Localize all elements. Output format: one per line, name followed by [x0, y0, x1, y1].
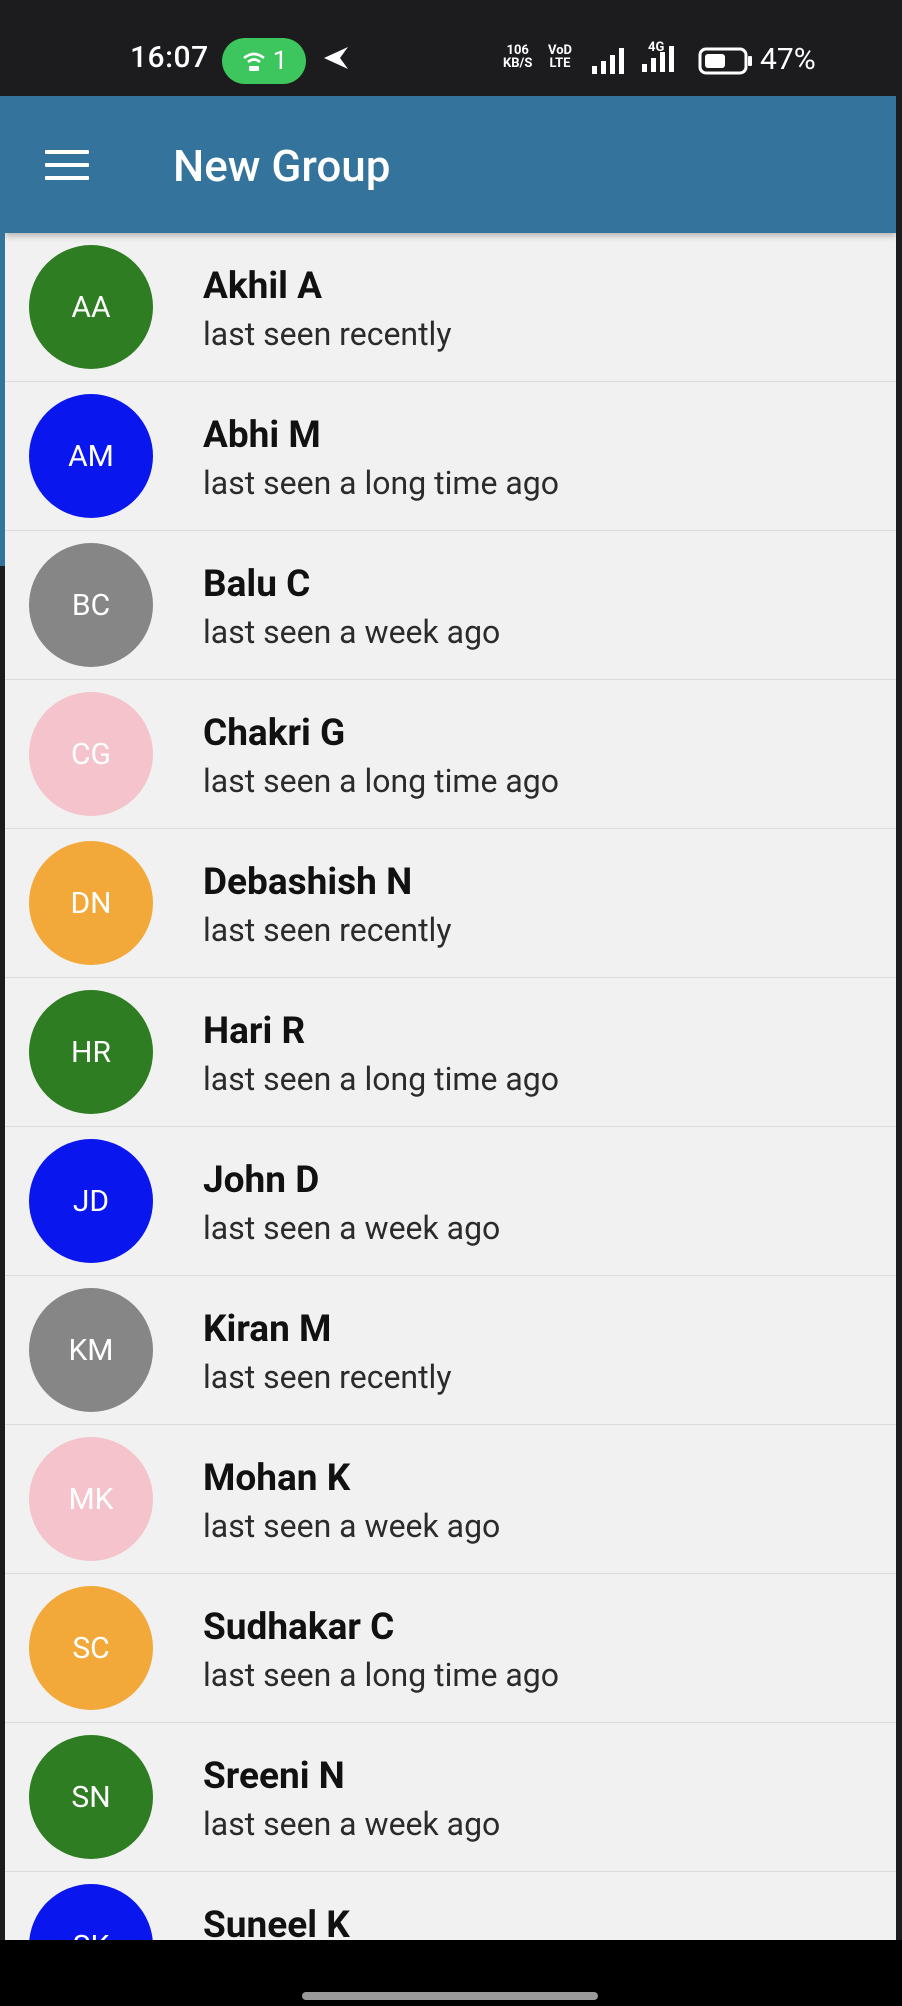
- contact-row[interactable]: SK Suneel K: [5, 1872, 896, 1940]
- last-seen-status: last seen a week ago: [203, 1507, 501, 1545]
- avatar: CG: [29, 692, 153, 816]
- contact-name: Kiran M: [203, 1308, 332, 1351]
- contact-row[interactable]: BC Balu C last seen a week ago: [5, 531, 896, 680]
- hotspot-badge: 1: [222, 38, 306, 84]
- send-arrow-icon: [324, 47, 348, 69]
- avatar: MK: [29, 1437, 153, 1561]
- avatar: DN: [29, 841, 153, 965]
- contact-row[interactable]: HR Hari R last seen a long time ago: [5, 978, 896, 1127]
- network-speed: 106 KB/S: [503, 44, 532, 70]
- last-seen-status: last seen a long time ago: [203, 1656, 559, 1694]
- last-seen-status: last seen a week ago: [203, 1209, 501, 1247]
- avatar: AM: [29, 394, 153, 518]
- contact-row[interactable]: AM Abhi M last seen a long time ago: [5, 382, 896, 531]
- app-bar: New Group: [5, 96, 896, 233]
- avatar: KM: [29, 1288, 153, 1412]
- volte-indicator: VoD LTE: [548, 44, 572, 70]
- contact-name: Hari R: [203, 1010, 306, 1053]
- avatar: SN: [29, 1735, 153, 1859]
- contact-row[interactable]: SN Sreeni N last seen a week ago: [5, 1723, 896, 1872]
- last-seen-status: last seen recently: [203, 1358, 452, 1396]
- status-bar: 16:07 1 106 KB/S VoD LTE 4G 47%: [0, 0, 902, 96]
- contact-row[interactable]: DN Debashish N last seen recently: [5, 829, 896, 978]
- contact-row[interactable]: CG Chakri G last seen a long time ago: [5, 680, 896, 829]
- signal-4g-icon: 4G: [640, 40, 690, 76]
- last-seen-status: last seen recently: [203, 315, 452, 353]
- contact-name: Sudhakar C: [203, 1606, 395, 1649]
- avatar: SC: [29, 1586, 153, 1710]
- network-speed-unit: KB/S: [503, 56, 533, 71]
- volte-bottom: LTE: [549, 56, 571, 71]
- contact-name: Abhi M: [203, 414, 321, 457]
- last-seen-status: last seen a long time ago: [203, 1060, 559, 1098]
- contact-row[interactable]: KM Kiran M last seen recently: [5, 1276, 896, 1425]
- contact-row[interactable]: MK Mohan K last seen a week ago: [5, 1425, 896, 1574]
- contact-name: Akhil A: [203, 265, 322, 308]
- contact-name: Suneel K: [203, 1904, 350, 1940]
- page-title: New Group: [173, 140, 391, 192]
- avatar: SK: [29, 1884, 153, 1940]
- status-time: 16:07: [130, 40, 209, 75]
- contact-name: Balu C: [203, 563, 311, 606]
- contact-name: Sreeni N: [203, 1755, 345, 1798]
- battery-percent: 47%: [760, 42, 816, 77]
- contact-name: Debashish N: [203, 861, 413, 904]
- signal-icon: [592, 48, 624, 74]
- last-seen-status: last seen a long time ago: [203, 464, 559, 502]
- contact-row[interactable]: AA Akhil A last seen recently: [5, 233, 896, 382]
- last-seen-status: last seen recently: [203, 911, 452, 949]
- last-seen-status: last seen a week ago: [203, 1805, 501, 1843]
- home-gesture-handle[interactable]: [302, 1992, 598, 2000]
- hamburger-menu-icon[interactable]: [45, 150, 89, 180]
- contact-row[interactable]: SC Sudhakar C last seen a long time ago: [5, 1574, 896, 1723]
- avatar: HR: [29, 990, 153, 1114]
- hotspot-count: 1: [272, 46, 288, 76]
- contact-name: John D: [203, 1159, 320, 1202]
- contact-row[interactable]: JD John D last seen a week ago: [5, 1127, 896, 1276]
- last-seen-status: last seen a long time ago: [203, 762, 559, 800]
- contact-list: AA Akhil A last seen recently AM Abhi M last …: [5, 233, 896, 1940]
- avatar: BC: [29, 543, 153, 667]
- app-screen: New Group AA Akhil Alast seen recently AM A…: [5, 96, 896, 1940]
- avatar: AA: [29, 245, 153, 369]
- contact-name: Mohan K: [203, 1457, 351, 1500]
- hotspot-icon: [242, 52, 265, 71]
- battery-icon: [698, 47, 752, 75]
- avatar: JD: [29, 1139, 153, 1263]
- last-seen-status: last seen a week ago: [203, 613, 501, 651]
- network-type: 4G: [648, 40, 665, 55]
- contact-name: Chakri G: [203, 712, 346, 755]
